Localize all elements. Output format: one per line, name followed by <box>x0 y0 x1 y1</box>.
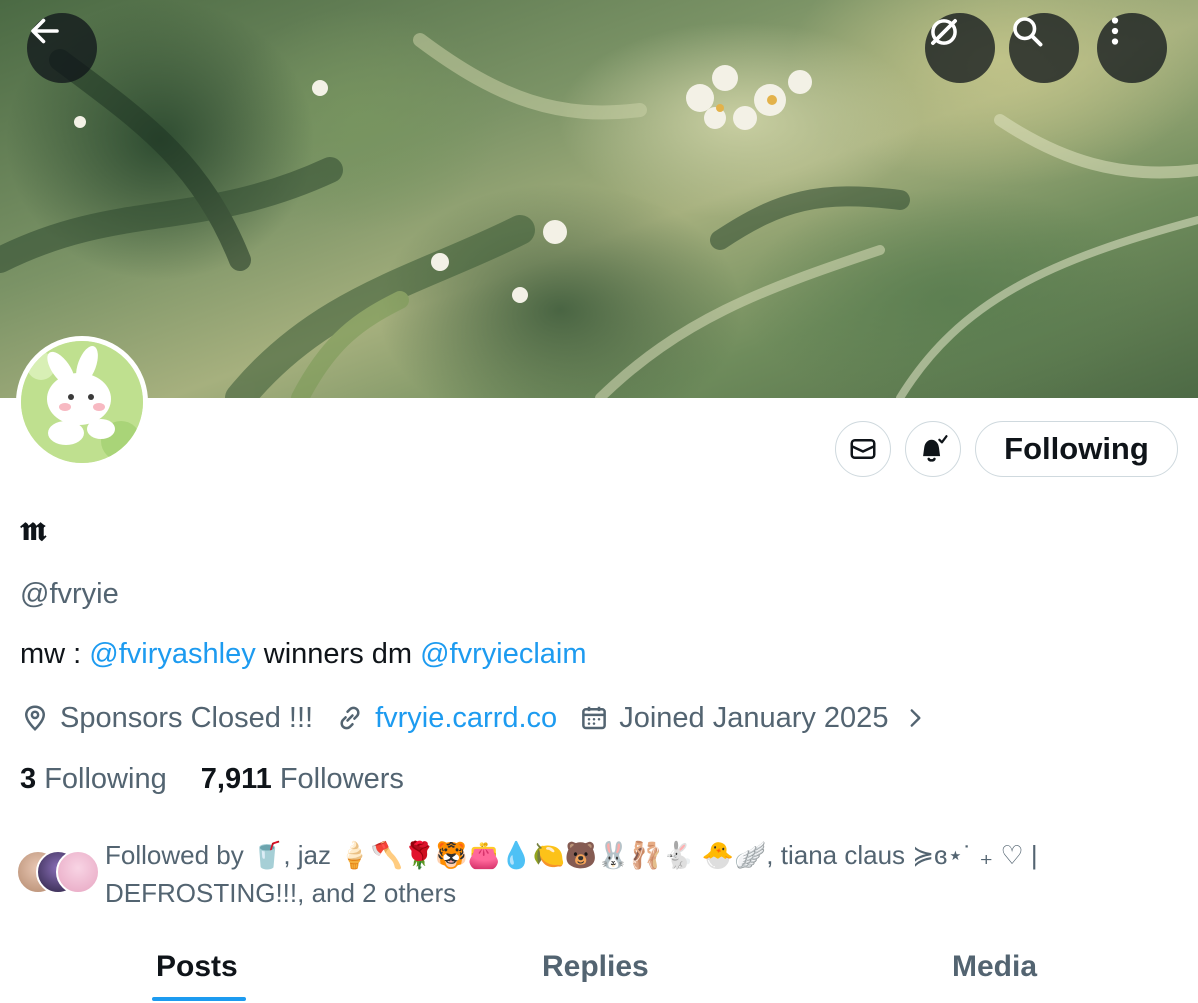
join-date-text: Joined January 2025 <box>619 701 889 734</box>
bio-mention-link[interactable]: @fviryashley <box>89 638 255 670</box>
bio: mw : @fviryashley winners dm @fvryieclai… <box>20 634 587 674</box>
bio-text: winners dm <box>255 638 421 670</box>
website-link[interactable]: fvryie.carrd.co <box>375 702 557 735</box>
followers-count-link[interactable]: 7,911 Followers <box>201 763 404 795</box>
profile-banner[interactable] <box>0 0 1198 398</box>
notifications-button[interactable] <box>905 421 961 477</box>
chevron-right-icon <box>911 709 921 727</box>
tab-media[interactable]: Media <box>952 950 1037 984</box>
arrow-left-icon <box>31 18 59 44</box>
tab-posts[interactable]: Posts <box>156 950 238 984</box>
active-tab-indicator <box>152 997 246 1001</box>
bell-check-icon <box>923 435 948 462</box>
followers-label: Followers <box>279 763 404 795</box>
follow-counts: 3 Following 7,911 Followers <box>20 759 404 799</box>
message-button[interactable] <box>835 421 891 477</box>
user-handle: @fvryie <box>20 578 119 610</box>
followed-by-line: DEFROSTING!!!, and 2 others <box>105 878 457 908</box>
website[interactable]: fvryie.carrd.co <box>335 702 557 735</box>
location-pin-icon <box>24 705 46 731</box>
profile-tabs: Posts Replies Media <box>0 940 1198 1003</box>
profile-meta: Sponsors Closed !!! fvryie.carrd.co Join… <box>20 698 928 738</box>
profile-avatar[interactable] <box>16 336 148 468</box>
bunny-avatar-image <box>21 341 143 463</box>
back-button[interactable] <box>27 13 97 83</box>
link-icon <box>340 706 360 730</box>
display-name: 𝖒 <box>20 509 47 549</box>
tab-replies[interactable]: Replies <box>542 950 649 984</box>
grok-button[interactable] <box>925 13 995 83</box>
followed-by-line: Followed by 🥤, jaz 🍦🪓🌹🐯👛💧🍋🐻🐰🩰🐇 🐣🪽, tiana… <box>105 840 1038 870</box>
following-count: 3 <box>20 763 37 795</box>
location: Sponsors Closed !!! <box>20 702 313 735</box>
search-button[interactable] <box>1009 13 1079 83</box>
bio-mention-link[interactable]: @fvryieclaim <box>420 638 586 670</box>
join-date[interactable]: Joined January 2025 <box>579 702 928 735</box>
following-label: Following <box>44 763 167 795</box>
location-text: Sponsors Closed !!! <box>60 701 314 734</box>
more-button[interactable] <box>1097 13 1167 83</box>
grok-icon <box>931 19 957 45</box>
followers-count: 7,911 <box>200 763 272 795</box>
followed-by-text: Followed by 🥤, jaz 🍦🪓🌹🐯👛💧🍋🐻🐰🩰🐇 🐣🪽, tiana… <box>105 836 1105 912</box>
calendar-icon <box>582 706 607 730</box>
followed-by-avatars <box>16 850 100 894</box>
following-count-link[interactable]: 3 Following <box>20 763 167 795</box>
bio-text: mw : <box>20 638 90 670</box>
search-icon <box>1013 17 1043 47</box>
envelope-icon <box>850 439 876 459</box>
following-button[interactable]: Following <box>975 421 1178 477</box>
avatar <box>56 850 100 894</box>
more-vertical-icon <box>1111 17 1119 45</box>
